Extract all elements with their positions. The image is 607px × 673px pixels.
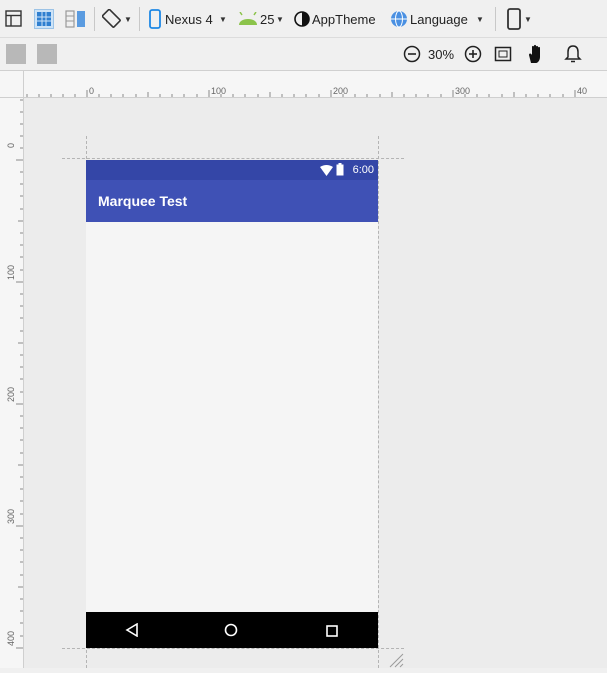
language-dropdown-icon[interactable]: ▼	[476, 15, 484, 24]
ruler-label: 40	[577, 86, 588, 96]
status-bar: 6:00	[86, 160, 378, 180]
design-view-icon[interactable]	[5, 10, 22, 27]
toolbar-separator	[495, 7, 496, 31]
zoom-toolbar: 30%	[0, 38, 607, 71]
theme-icon[interactable]	[294, 11, 310, 27]
device-selector[interactable]: Nexus 4	[165, 12, 213, 27]
ruler-label: 300	[6, 508, 16, 524]
api-dropdown-icon[interactable]: ▼	[276, 15, 284, 24]
api-level-selector[interactable]: 25	[260, 12, 274, 27]
ruler-label: 100	[211, 86, 227, 96]
zoom-in-icon[interactable]	[464, 45, 482, 63]
vertical-ruler-ticks	[16, 99, 23, 649]
ruler-label: 0	[6, 142, 16, 148]
globe-icon[interactable]	[390, 10, 408, 28]
toolbar-separator	[139, 7, 140, 31]
device-dropdown-icon[interactable]: ▼	[219, 15, 227, 24]
app-title: Marquee Test	[98, 193, 188, 209]
guide-line-top	[62, 158, 404, 159]
ruler-label: 300	[455, 86, 471, 96]
theme-selector[interactable]: AppTheme	[312, 12, 376, 27]
both-views-icon[interactable]	[65, 10, 87, 28]
ruler-label: 400	[6, 630, 16, 646]
horizontal-ruler-ticks	[26, 90, 576, 97]
home-icon[interactable]	[224, 623, 238, 637]
ruler-label: 200	[6, 386, 16, 402]
android-icon[interactable]	[237, 11, 259, 26]
resize-handle-icon[interactable]	[386, 650, 404, 668]
design-toolbar: ▼ Nexus 4 ▼ 25 ▼ AppTheme Language ▼ ▼	[0, 0, 607, 38]
guide-line-bottom	[62, 648, 404, 649]
ruler-label: 100	[6, 264, 16, 280]
wifi-icon	[320, 164, 333, 176]
vertical-ruler: 0 100 200 300 400	[0, 98, 24, 668]
blueprint-view-icon[interactable]	[34, 9, 54, 29]
guide-line-right	[378, 136, 379, 668]
device-frame-icon[interactable]	[507, 8, 521, 30]
ruler-label: 200	[333, 86, 349, 96]
pan-vertical-icon[interactable]	[37, 44, 57, 64]
pan-hand-icon[interactable]	[526, 43, 546, 65]
zoom-level: 30%	[428, 47, 455, 62]
status-time: 6:00	[352, 164, 374, 176]
orientation-icon[interactable]	[101, 8, 122, 29]
device-frame-dropdown-icon[interactable]: ▼	[524, 15, 532, 24]
pan-horizontal-icon[interactable]	[6, 44, 26, 64]
device-preview[interactable]: 6:00 Marquee Test	[86, 160, 378, 648]
app-bar: Marquee Test	[86, 180, 378, 222]
orientation-dropdown-icon[interactable]: ▼	[124, 15, 132, 24]
ruler-label: 0	[89, 86, 95, 96]
toolbar-separator	[94, 7, 95, 31]
zoom-out-icon[interactable]	[403, 45, 421, 63]
horizontal-ruler: 0 100 200 300 40	[24, 71, 607, 98]
language-selector[interactable]: Language	[410, 12, 468, 27]
recents-icon[interactable]	[326, 624, 338, 637]
back-icon[interactable]	[125, 622, 139, 638]
notifications-bell-icon[interactable]	[564, 44, 582, 64]
phone-device-icon[interactable]	[149, 9, 161, 29]
navigation-bar	[86, 612, 378, 648]
ruler-corner	[0, 71, 24, 98]
zoom-to-fit-icon[interactable]	[494, 45, 512, 63]
battery-icon	[336, 163, 344, 176]
